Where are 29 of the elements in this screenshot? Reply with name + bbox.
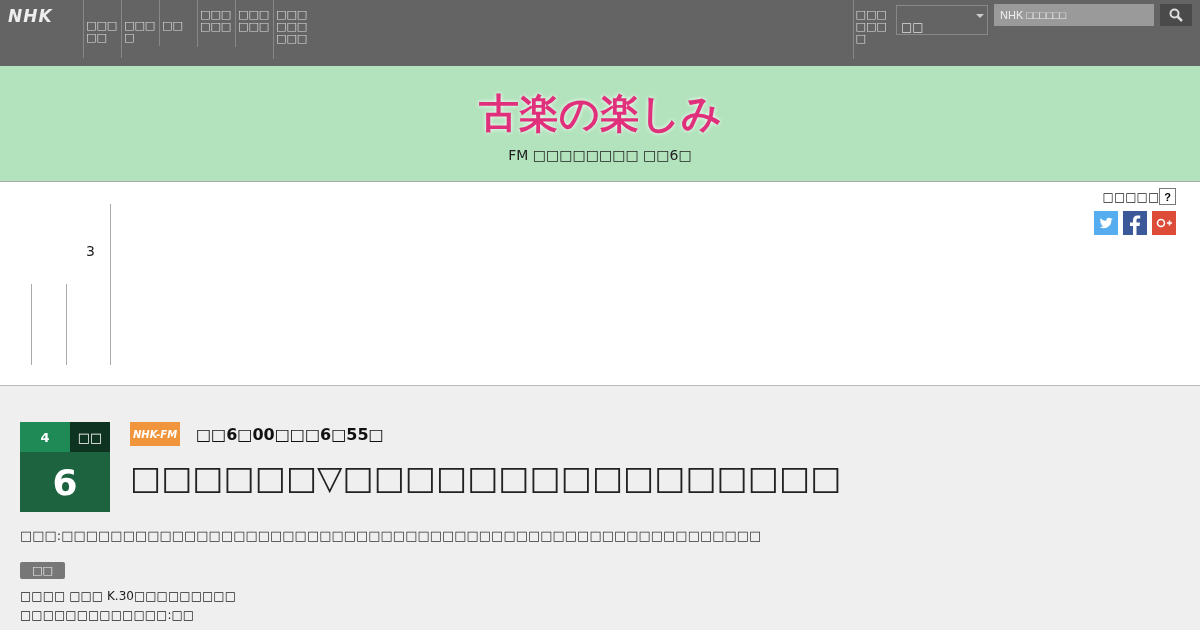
nav-link[interactable]: □□□□□□ bbox=[197, 0, 235, 47]
search-button[interactable] bbox=[1160, 4, 1192, 26]
nav-link[interactable]: □□□□□□□□□ bbox=[273, 0, 311, 59]
search-icon bbox=[1169, 8, 1183, 22]
detail-text: □□□□□□□□□□□□□:□□ bbox=[20, 608, 196, 622]
day-text: 6 bbox=[51, 460, 79, 505]
detail-text: □□□□ □□□ K.30□□□□□□□□□ bbox=[20, 589, 237, 603]
program-logo: 古楽の楽しみ bbox=[478, 88, 722, 138]
program-title: □□□□□□▽□□□□□□□□□□□□□□□□ bbox=[130, 458, 842, 497]
help-button[interactable]: ? bbox=[1159, 188, 1176, 205]
nav-link[interactable]: □□□□□ bbox=[83, 0, 121, 58]
nav-link[interactable]: □□□□□□□ bbox=[852, 0, 896, 59]
weekday-text: □□ bbox=[70, 422, 110, 452]
nav-link[interactable]: □□ bbox=[159, 0, 197, 46]
broadcast-time: □□6□00□□□6□55□ bbox=[196, 424, 384, 444]
nhk-logo[interactable]: NHK bbox=[8, 6, 74, 26]
month-text: 4 bbox=[20, 422, 70, 452]
nav-link[interactable]: □□□□□□ bbox=[235, 0, 273, 47]
program-description: □□□:□□□□□□□□□□□□□□□□□□□□□□□□□□□□□□□□□□□□□□□□□□□□□□□□□□□□□□□□□ bbox=[20, 528, 763, 543]
schedule-text: FM □□□□□□□□ □□6□ bbox=[508, 147, 692, 163]
facebook-icon[interactable] bbox=[1123, 211, 1147, 235]
share-label: □□□□□ bbox=[1102, 189, 1160, 204]
nav-link[interactable]: □□□□ bbox=[121, 0, 159, 58]
region-select[interactable]: □□ bbox=[896, 5, 988, 35]
number-text: 3 bbox=[86, 243, 95, 259]
genre-tag: □□ bbox=[20, 562, 65, 579]
search-field[interactable]: NHK □□□□□□ bbox=[994, 4, 1154, 26]
channel-badge: NHK-FM bbox=[130, 422, 180, 446]
google-plus-icon[interactable] bbox=[1152, 211, 1176, 235]
